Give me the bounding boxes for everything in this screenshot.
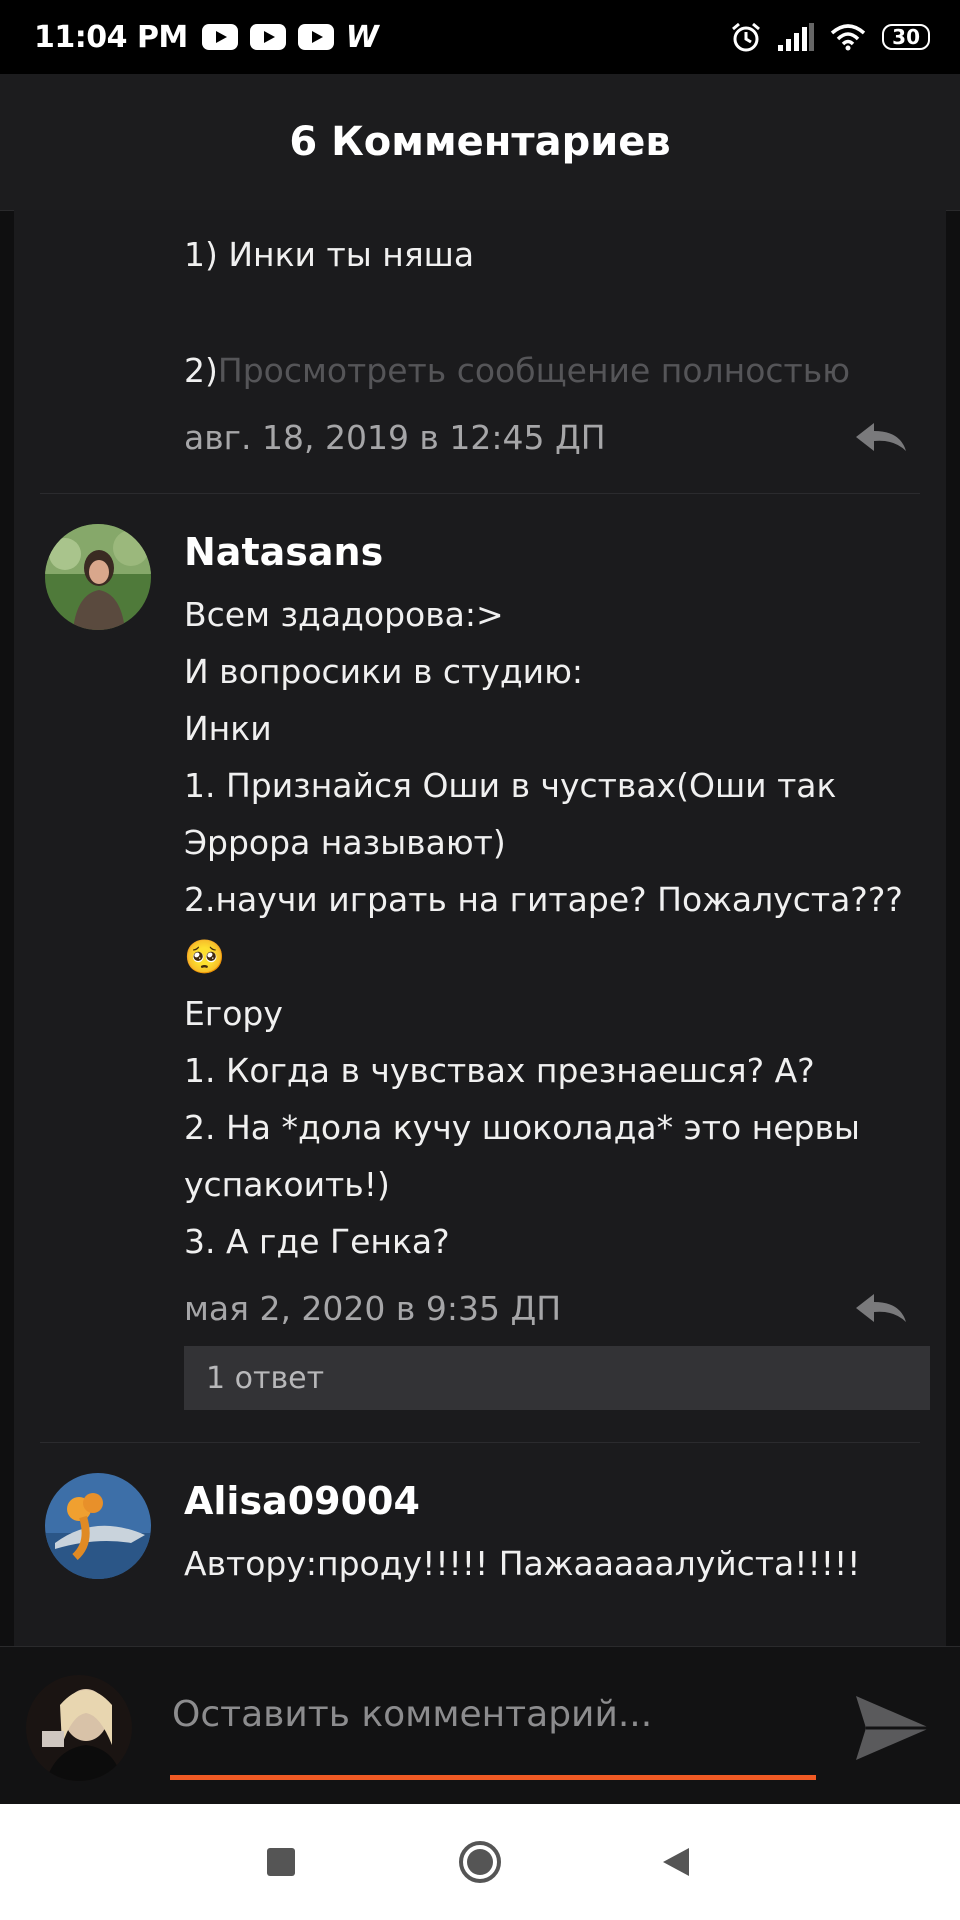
reply-icon[interactable] bbox=[850, 1288, 910, 1328]
circle-icon bbox=[459, 1841, 501, 1883]
comment-text-line: Эррора называют) bbox=[184, 823, 506, 862]
comment-username[interactable]: Natasans bbox=[184, 524, 926, 580]
comment-text-line: 1. Когда в чувствах презнаешся? А? bbox=[184, 1051, 815, 1090]
youtube-notification-icon bbox=[249, 24, 286, 50]
comment-text-line: 1. Признайся Оши в чуствах(Оши так bbox=[184, 766, 837, 805]
current-user-avatar bbox=[26, 1675, 132, 1781]
comment-input-bar bbox=[0, 1646, 960, 1804]
comment-item: 1) Инки ты няша 2)Просмотреть сообщение … bbox=[14, 210, 946, 493]
send-icon[interactable] bbox=[852, 1692, 932, 1764]
comment-text-line: Всем здадорова:> bbox=[184, 595, 504, 634]
battery-indicator: 30 bbox=[882, 24, 930, 50]
comment-meta: мая 2, 2020 в 9:35 ДП bbox=[184, 1278, 926, 1338]
comment-text-line bbox=[184, 283, 926, 340]
square-icon bbox=[267, 1848, 295, 1876]
comment-text-line: успакоить!) bbox=[184, 1165, 390, 1204]
comments-header: 6 Комментариев bbox=[0, 74, 960, 211]
comment-text-line: Инки bbox=[184, 709, 272, 748]
alarm-icon bbox=[732, 22, 761, 52]
system-navigation-bar bbox=[0, 1804, 960, 1920]
comment-item: Natasans Всем здадорова:> И вопросики в … bbox=[14, 494, 946, 1442]
comment-timestamp: мая 2, 2020 в 9:35 ДП bbox=[184, 1288, 562, 1328]
home-button[interactable] bbox=[452, 1834, 508, 1890]
comment-text-line: Автору:проду!!!!! Пажааааалуйста!!!!! bbox=[184, 1544, 861, 1583]
view-full-message-link[interactable]: Просмотреть сообщение полностью bbox=[218, 351, 850, 390]
signal-icon bbox=[778, 23, 815, 51]
comment-text-line: И вопросики в студию: bbox=[184, 652, 583, 691]
page-title: 6 Комментариев bbox=[289, 119, 671, 165]
youtube-notification-icon bbox=[201, 24, 238, 50]
comment-text-line: 3. А где Генка? bbox=[184, 1222, 450, 1261]
comment-input[interactable] bbox=[170, 1683, 820, 1745]
comment-text-line: 2. На *дола кучу шоколада* это нервы bbox=[184, 1108, 860, 1147]
back-triangle-icon bbox=[663, 1848, 689, 1876]
status-time: 11:04 PM bbox=[34, 19, 188, 55]
comment-text-line: 1) Инки ты няша bbox=[184, 235, 475, 274]
comment-item: Alisa09004 Автору:проду!!!!! Пажааааалуй… bbox=[14, 1443, 946, 1592]
status-bar: 11:04 PM W 30 bbox=[0, 0, 960, 74]
comment-username[interactable]: Alisa09004 bbox=[184, 1473, 926, 1529]
pleading-face-emoji: 🥺 bbox=[184, 937, 226, 976]
input-underline bbox=[170, 1775, 816, 1780]
wifi-icon bbox=[831, 24, 866, 51]
youtube-notification-icon bbox=[297, 24, 334, 50]
recents-button[interactable] bbox=[253, 1834, 309, 1890]
comment-text-prefix: 2) bbox=[184, 351, 218, 390]
view-replies-button[interactable]: 1 ответ bbox=[184, 1346, 930, 1410]
back-button[interactable] bbox=[648, 1834, 704, 1890]
comments-list[interactable]: 1) Инки ты няша 2)Просмотреть сообщение … bbox=[14, 210, 946, 1646]
comment-text-line: 2)Просмотреть сообщение полностью bbox=[184, 342, 926, 399]
comment-meta: авг. 18, 2019 в 12:45 ДП bbox=[184, 407, 926, 467]
avatar[interactable] bbox=[45, 524, 151, 630]
comment-timestamp: авг. 18, 2019 в 12:45 ДП bbox=[184, 417, 606, 457]
wattpad-notification-icon: W bbox=[345, 19, 379, 55]
comment-text-line: 2.научи играть на гитаре? Пожалуста??? bbox=[184, 880, 903, 919]
avatar[interactable] bbox=[45, 1473, 151, 1579]
comment-text-line: Егору bbox=[184, 994, 283, 1033]
reply-icon[interactable] bbox=[850, 417, 910, 457]
